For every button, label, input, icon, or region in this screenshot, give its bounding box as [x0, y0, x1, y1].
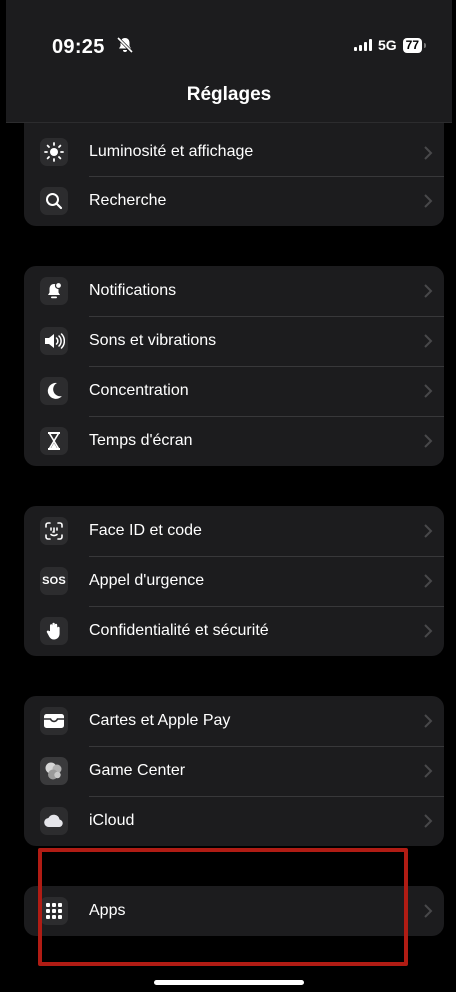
battery-level: 77 — [405, 37, 419, 52]
chevron-right-icon — [424, 624, 433, 638]
chevron-right-icon — [424, 194, 433, 208]
settings-row-label: Recherche — [89, 192, 167, 209]
notification-bell-icon — [40, 277, 68, 305]
chevron-right-icon — [424, 904, 433, 918]
settings-row-label: Sons et vibrations — [89, 332, 217, 349]
face-id-icon — [40, 517, 68, 545]
highlight-annotation-box — [38, 848, 408, 966]
settings-row-icloud[interactable]: iCloud — [24, 796, 444, 846]
chevron-right-icon — [424, 574, 433, 588]
settings-screen: 09:25 5G 77 Réglages Luminosité et affic… — [6, 0, 452, 992]
settings-row-face-id[interactable]: Face ID et code — [24, 506, 444, 556]
sos-icon: SOS — [40, 567, 68, 595]
cellular-signal-icon — [353, 39, 372, 51]
settings-row-label: Concentration — [89, 382, 189, 399]
settings-row-label: Appel d'urgence — [89, 572, 205, 589]
settings-row-wallet[interactable]: Cartes et Apple Pay — [24, 696, 444, 746]
hand-icon — [40, 617, 68, 645]
chevron-right-icon — [424, 714, 433, 728]
settings-row-label: iCloud — [89, 812, 135, 829]
chevron-right-icon — [424, 334, 433, 348]
settings-group-notifications: Notifications Sons et vibrations Concent… — [24, 266, 444, 466]
settings-row-label: Luminosité et affichage — [89, 143, 254, 160]
settings-row-label: Game Center — [89, 762, 186, 779]
settings-row-screen-time[interactable]: Temps d'écran — [24, 416, 444, 466]
status-indicators: 5G 77 — [353, 37, 427, 53]
speaker-icon — [40, 327, 68, 355]
battery-icon: 77 — [402, 37, 427, 53]
settings-group-security: Face ID et code SOS Appel d'urgence Conf… — [24, 506, 444, 656]
nav-header: 09:25 5G 77 Réglages — [6, 0, 452, 123]
settings-row-label: Face ID et code — [89, 522, 202, 539]
chevron-right-icon — [424, 764, 433, 778]
settings-row-focus[interactable]: Concentration — [24, 366, 444, 416]
hourglass-icon — [40, 427, 68, 455]
home-indicator[interactable] — [154, 980, 304, 985]
moon-icon — [40, 377, 68, 405]
settings-group-services: Cartes et Apple Pay Game Center iCloud — [24, 696, 444, 846]
sun-icon — [40, 138, 68, 166]
chevron-right-icon — [424, 146, 433, 160]
cloud-icon — [40, 807, 68, 835]
settings-row-label: Temps d'écran — [89, 432, 193, 449]
silent-bell-icon — [116, 36, 134, 54]
status-time: 09:25 — [52, 36, 105, 58]
chevron-right-icon — [424, 814, 433, 828]
chevron-right-icon — [424, 434, 433, 448]
settings-row-sounds[interactable]: Sons et vibrations — [24, 316, 444, 366]
settings-row-game-center[interactable]: Game Center — [24, 746, 444, 796]
page-title: Réglages — [186, 84, 272, 105]
search-icon — [40, 187, 68, 215]
settings-row-label: Notifications — [89, 282, 177, 299]
game-center-icon — [40, 757, 68, 785]
settings-row-search[interactable]: Recherche — [24, 176, 444, 226]
sos-icon-text: SOS — [42, 575, 66, 587]
settings-row-privacy[interactable]: Confidentialité et sécurité — [24, 606, 444, 656]
wallet-icon — [40, 707, 68, 735]
settings-row-emergency-sos[interactable]: SOS Appel d'urgence — [24, 556, 444, 606]
settings-row-label: Confidentialité et sécurité — [89, 622, 269, 639]
chevron-right-icon — [424, 524, 433, 538]
network-type: 5G — [377, 37, 397, 53]
chevron-right-icon — [424, 284, 433, 298]
settings-row-label: Cartes et Apple Pay — [89, 712, 231, 729]
settings-row-notifications[interactable]: Notifications — [24, 266, 444, 316]
chevron-right-icon — [424, 384, 433, 398]
